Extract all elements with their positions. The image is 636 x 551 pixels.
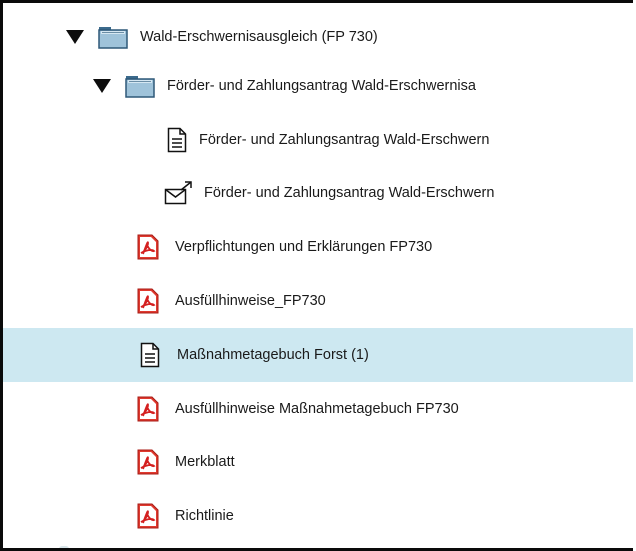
file-tree: Wald-Erschwernisausgleich (FP 730) Förde… bbox=[3, 3, 633, 548]
tree-item-richtlinie[interactable]: Richtlinie bbox=[3, 489, 633, 543]
tree-item-label: Förder- und Zahlungsantrag Wald-Erschwer… bbox=[167, 78, 476, 94]
send-mail-icon bbox=[164, 180, 194, 206]
folder-icon bbox=[98, 25, 128, 49]
tree-item-label: Richtlinie bbox=[175, 508, 234, 524]
document-icon bbox=[167, 127, 187, 153]
tree-item-label: Verpflichtungen und Erklärungen FP730 bbox=[175, 239, 433, 255]
tree-item-ausfuellhinweise[interactable]: Ausfüllhinweise_FP730 bbox=[3, 274, 633, 328]
tree-item-foerderantrag-folder[interactable]: Förder- und Zahlungsantrag Wald-Erschwer… bbox=[3, 59, 633, 113]
tree-item-foerderantrag-sent[interactable]: Förder- und Zahlungsantrag Wald-Erschwer… bbox=[3, 166, 633, 220]
expand-arrow-icon[interactable] bbox=[66, 30, 84, 44]
tree-item-merkblatt[interactable]: Merkblatt bbox=[3, 435, 633, 489]
next-item-partial bbox=[59, 546, 69, 548]
tree-item-label: Ausfüllhinweise_FP730 bbox=[175, 293, 326, 309]
tree-item-label: Wald-Erschwernisausgleich (FP 730) bbox=[140, 29, 378, 45]
tree-item-foerderantrag-document[interactable]: Förder- und Zahlungsantrag Wald-Erschwer… bbox=[3, 113, 633, 167]
tree-item-label: Ausfüllhinweise Maßnahmetagebuch FP730 bbox=[175, 401, 459, 417]
tree-item-wald-erschwernisausgleich[interactable]: Wald-Erschwernisausgleich (FP 730) bbox=[3, 10, 633, 64]
tree-item-verpflichtungen[interactable]: Verpflichtungen und Erklärungen FP730 bbox=[3, 220, 633, 274]
tree-item-label: Maßnahmetagebuch Forst (1) bbox=[177, 347, 369, 363]
tree-item-label: Förder- und Zahlungsantrag Wald-Erschwer… bbox=[204, 185, 495, 201]
folder-icon bbox=[125, 74, 155, 98]
tree-panel: Wald-Erschwernisausgleich (FP 730) Förde… bbox=[0, 0, 633, 551]
pdf-icon bbox=[137, 449, 159, 475]
tree-item-massnahmetagebuch[interactable]: Maßnahmetagebuch Forst (1) bbox=[3, 328, 633, 382]
pdf-icon bbox=[137, 288, 159, 314]
tree-item-label: Merkblatt bbox=[175, 454, 235, 470]
document-icon bbox=[140, 342, 160, 368]
tree-item-ausfuellhinweise-tagebuch[interactable]: Ausfüllhinweise Maßnahmetagebuch FP730 bbox=[3, 382, 633, 436]
expand-arrow-icon[interactable] bbox=[93, 79, 111, 93]
tree-item-label: Förder- und Zahlungsantrag Wald-Erschwer… bbox=[199, 132, 490, 148]
pdf-icon bbox=[137, 234, 159, 260]
pdf-icon bbox=[137, 396, 159, 422]
pdf-icon bbox=[137, 503, 159, 529]
